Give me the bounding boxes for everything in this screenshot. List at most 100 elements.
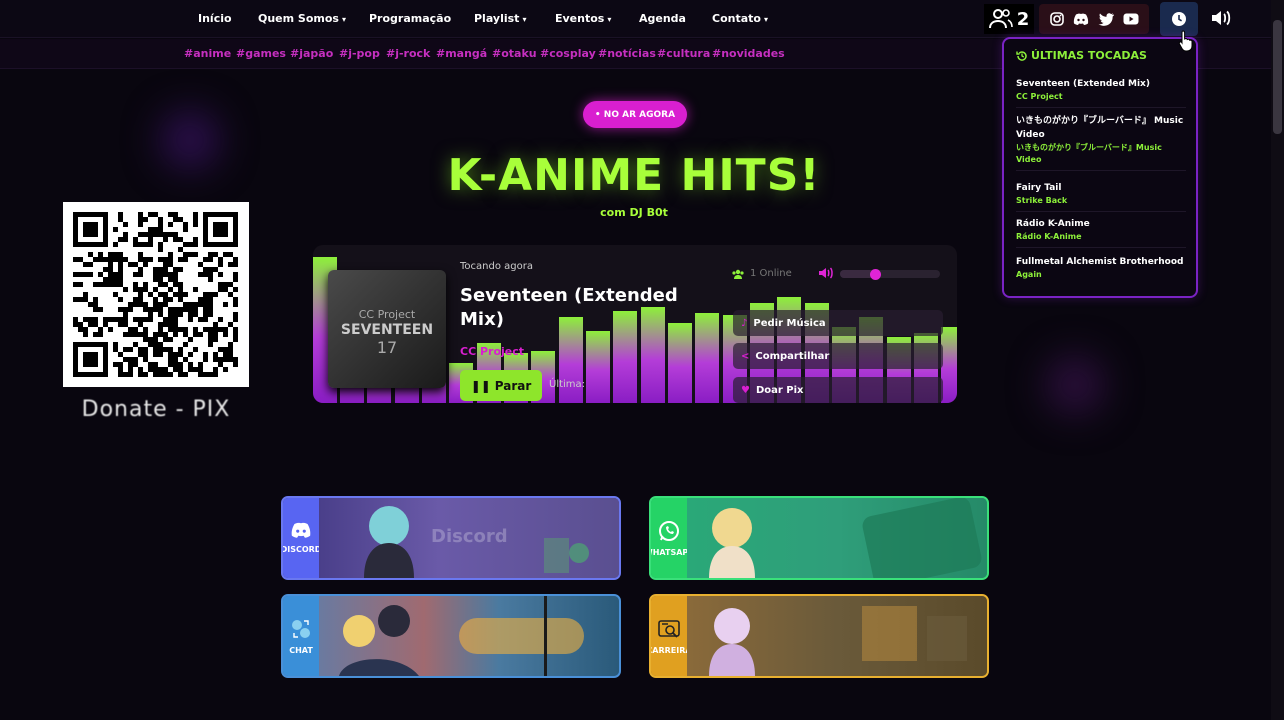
qr-module <box>223 352 228 357</box>
qr-module <box>123 317 128 322</box>
qr-module <box>178 352 183 357</box>
qr-module <box>138 297 143 302</box>
career-card-side: CARREIRA <box>651 596 692 676</box>
tag-link[interactable]: #anime <box>184 47 231 60</box>
history-song: Fullmetal Alchemist Brotherhood <box>1016 257 1184 267</box>
nav-item-quem-somos[interactable]: Quem Somos ▾ <box>258 12 346 25</box>
tag-link[interactable]: #games <box>236 47 286 60</box>
qr-module <box>133 317 138 322</box>
nav-item-playlist[interactable]: Playlist ▾ <box>474 12 526 25</box>
listeners-count: 2 <box>1016 8 1030 30</box>
page-scrollbar[interactable] <box>1271 0 1284 720</box>
instagram-icon[interactable] <box>1049 12 1064 26</box>
player-volume-icon[interactable] <box>818 265 834 284</box>
qr-module <box>233 312 238 317</box>
qr-module <box>178 347 183 352</box>
album-cover: CC Project SEVENTEEN 17 <box>328 270 446 388</box>
stop-button[interactable]: ❚❚ Parar <box>460 370 542 401</box>
history-item[interactable]: Fairy Tail Strike Back <box>1016 181 1186 212</box>
nav-item-agenda[interactable]: Agenda <box>639 12 686 25</box>
share-button[interactable]: < Compartilhar <box>733 343 943 369</box>
nav-item-programacao[interactable]: Programação <box>369 12 451 25</box>
qr-module <box>143 217 148 222</box>
qr-module <box>198 262 203 267</box>
qr-module <box>178 307 183 312</box>
online-count: 1 Online <box>750 268 792 279</box>
donate-label: Donate - PIX <box>81 397 231 422</box>
qr-module <box>128 327 133 332</box>
qr-module <box>203 297 208 302</box>
qr-module <box>128 302 133 307</box>
tag-link[interactable]: #novidades <box>712 47 785 60</box>
qr-module <box>153 277 158 282</box>
qr-module <box>103 282 108 287</box>
tag-link[interactable]: #j-rock <box>386 47 430 60</box>
request-song-button[interactable]: ♪ Pedir Música <box>733 310 943 336</box>
volume-slider[interactable] <box>840 269 940 280</box>
youtube-icon[interactable] <box>1123 13 1139 25</box>
qr-module <box>138 217 143 222</box>
history-item[interactable]: Seventeen (Extended Mix) CC Project <box>1016 77 1186 108</box>
qr-module <box>118 367 123 372</box>
last-played-label: Última: <box>549 379 586 390</box>
career-card[interactable]: CARREIRA <box>649 594 989 678</box>
qr-module <box>123 222 128 227</box>
nav-item-contato[interactable]: Contato ▾ <box>712 12 768 25</box>
qr-module <box>158 352 163 357</box>
card-label: CARREIRA <box>649 645 692 655</box>
nav-item-inicio[interactable]: Início <box>198 12 232 25</box>
history-item[interactable]: Rádio K-Anime Rádio K-Anime <box>1016 217 1186 248</box>
tag-link[interactable]: #mangá <box>436 47 487 60</box>
history-item[interactable]: いきものがかり『ブルーバード』 Music Video いきものがかり『ブルーバ… <box>1016 114 1186 171</box>
tag-link[interactable]: #japão <box>290 47 333 60</box>
tag-link[interactable]: #notícias <box>598 47 656 60</box>
qr-module <box>133 242 138 247</box>
card-label: CHAT <box>289 645 313 655</box>
heart-icon: ♥ <box>741 384 750 396</box>
qr-module <box>133 342 138 347</box>
qr-module <box>133 302 138 307</box>
donate-pix-button[interactable]: ♥ Doar Pix <box>733 377 943 403</box>
anime-character-illustration <box>709 498 982 578</box>
qr-module <box>223 327 228 332</box>
tag-link[interactable]: #j-pop <box>339 47 380 60</box>
discord-card[interactable]: DISCORD Discord <box>281 496 621 580</box>
qr-module <box>78 322 83 327</box>
qr-module <box>113 272 118 277</box>
qr-module <box>223 302 228 307</box>
qr-module <box>213 267 218 272</box>
qr-module <box>158 372 163 377</box>
qr-module <box>108 327 113 332</box>
qr-module <box>228 342 233 347</box>
qr-module <box>123 307 128 312</box>
volume-slider-knob[interactable] <box>870 269 881 280</box>
twitter-icon[interactable] <box>1098 12 1114 26</box>
whatsapp-card[interactable]: WHATSAPP <box>649 496 989 580</box>
tag-link[interactable]: #cultura <box>657 47 710 60</box>
qr-module <box>233 317 238 322</box>
qr-module <box>218 327 223 332</box>
tag-link[interactable]: #otaku <box>492 47 537 60</box>
chat-card[interactable]: CHAT <box>281 594 621 678</box>
history-item[interactable]: Fullmetal Alchemist Brotherhood Again <box>1016 255 1186 285</box>
qr-module <box>188 307 193 312</box>
qr-module <box>183 227 188 232</box>
qr-module <box>188 312 193 317</box>
qr-module <box>163 237 168 242</box>
qr-module <box>153 297 158 302</box>
tag-link[interactable]: #cosplay <box>540 47 596 60</box>
qr-module <box>168 262 173 267</box>
qr-module <box>203 257 208 262</box>
nav-item-eventos[interactable]: Eventos ▾ <box>555 12 611 25</box>
qr-module <box>203 292 208 297</box>
qr-module <box>158 227 163 232</box>
qr-module <box>178 217 183 222</box>
discord-icon[interactable] <box>1073 13 1089 26</box>
qr-module <box>73 282 78 287</box>
scrollbar-thumb[interactable] <box>1273 20 1282 134</box>
discord-card-side: DISCORD <box>283 498 321 578</box>
qr-module <box>83 317 88 322</box>
chat-icon <box>292 619 310 638</box>
qr-module <box>213 292 218 297</box>
volume-button[interactable] <box>1210 8 1232 32</box>
